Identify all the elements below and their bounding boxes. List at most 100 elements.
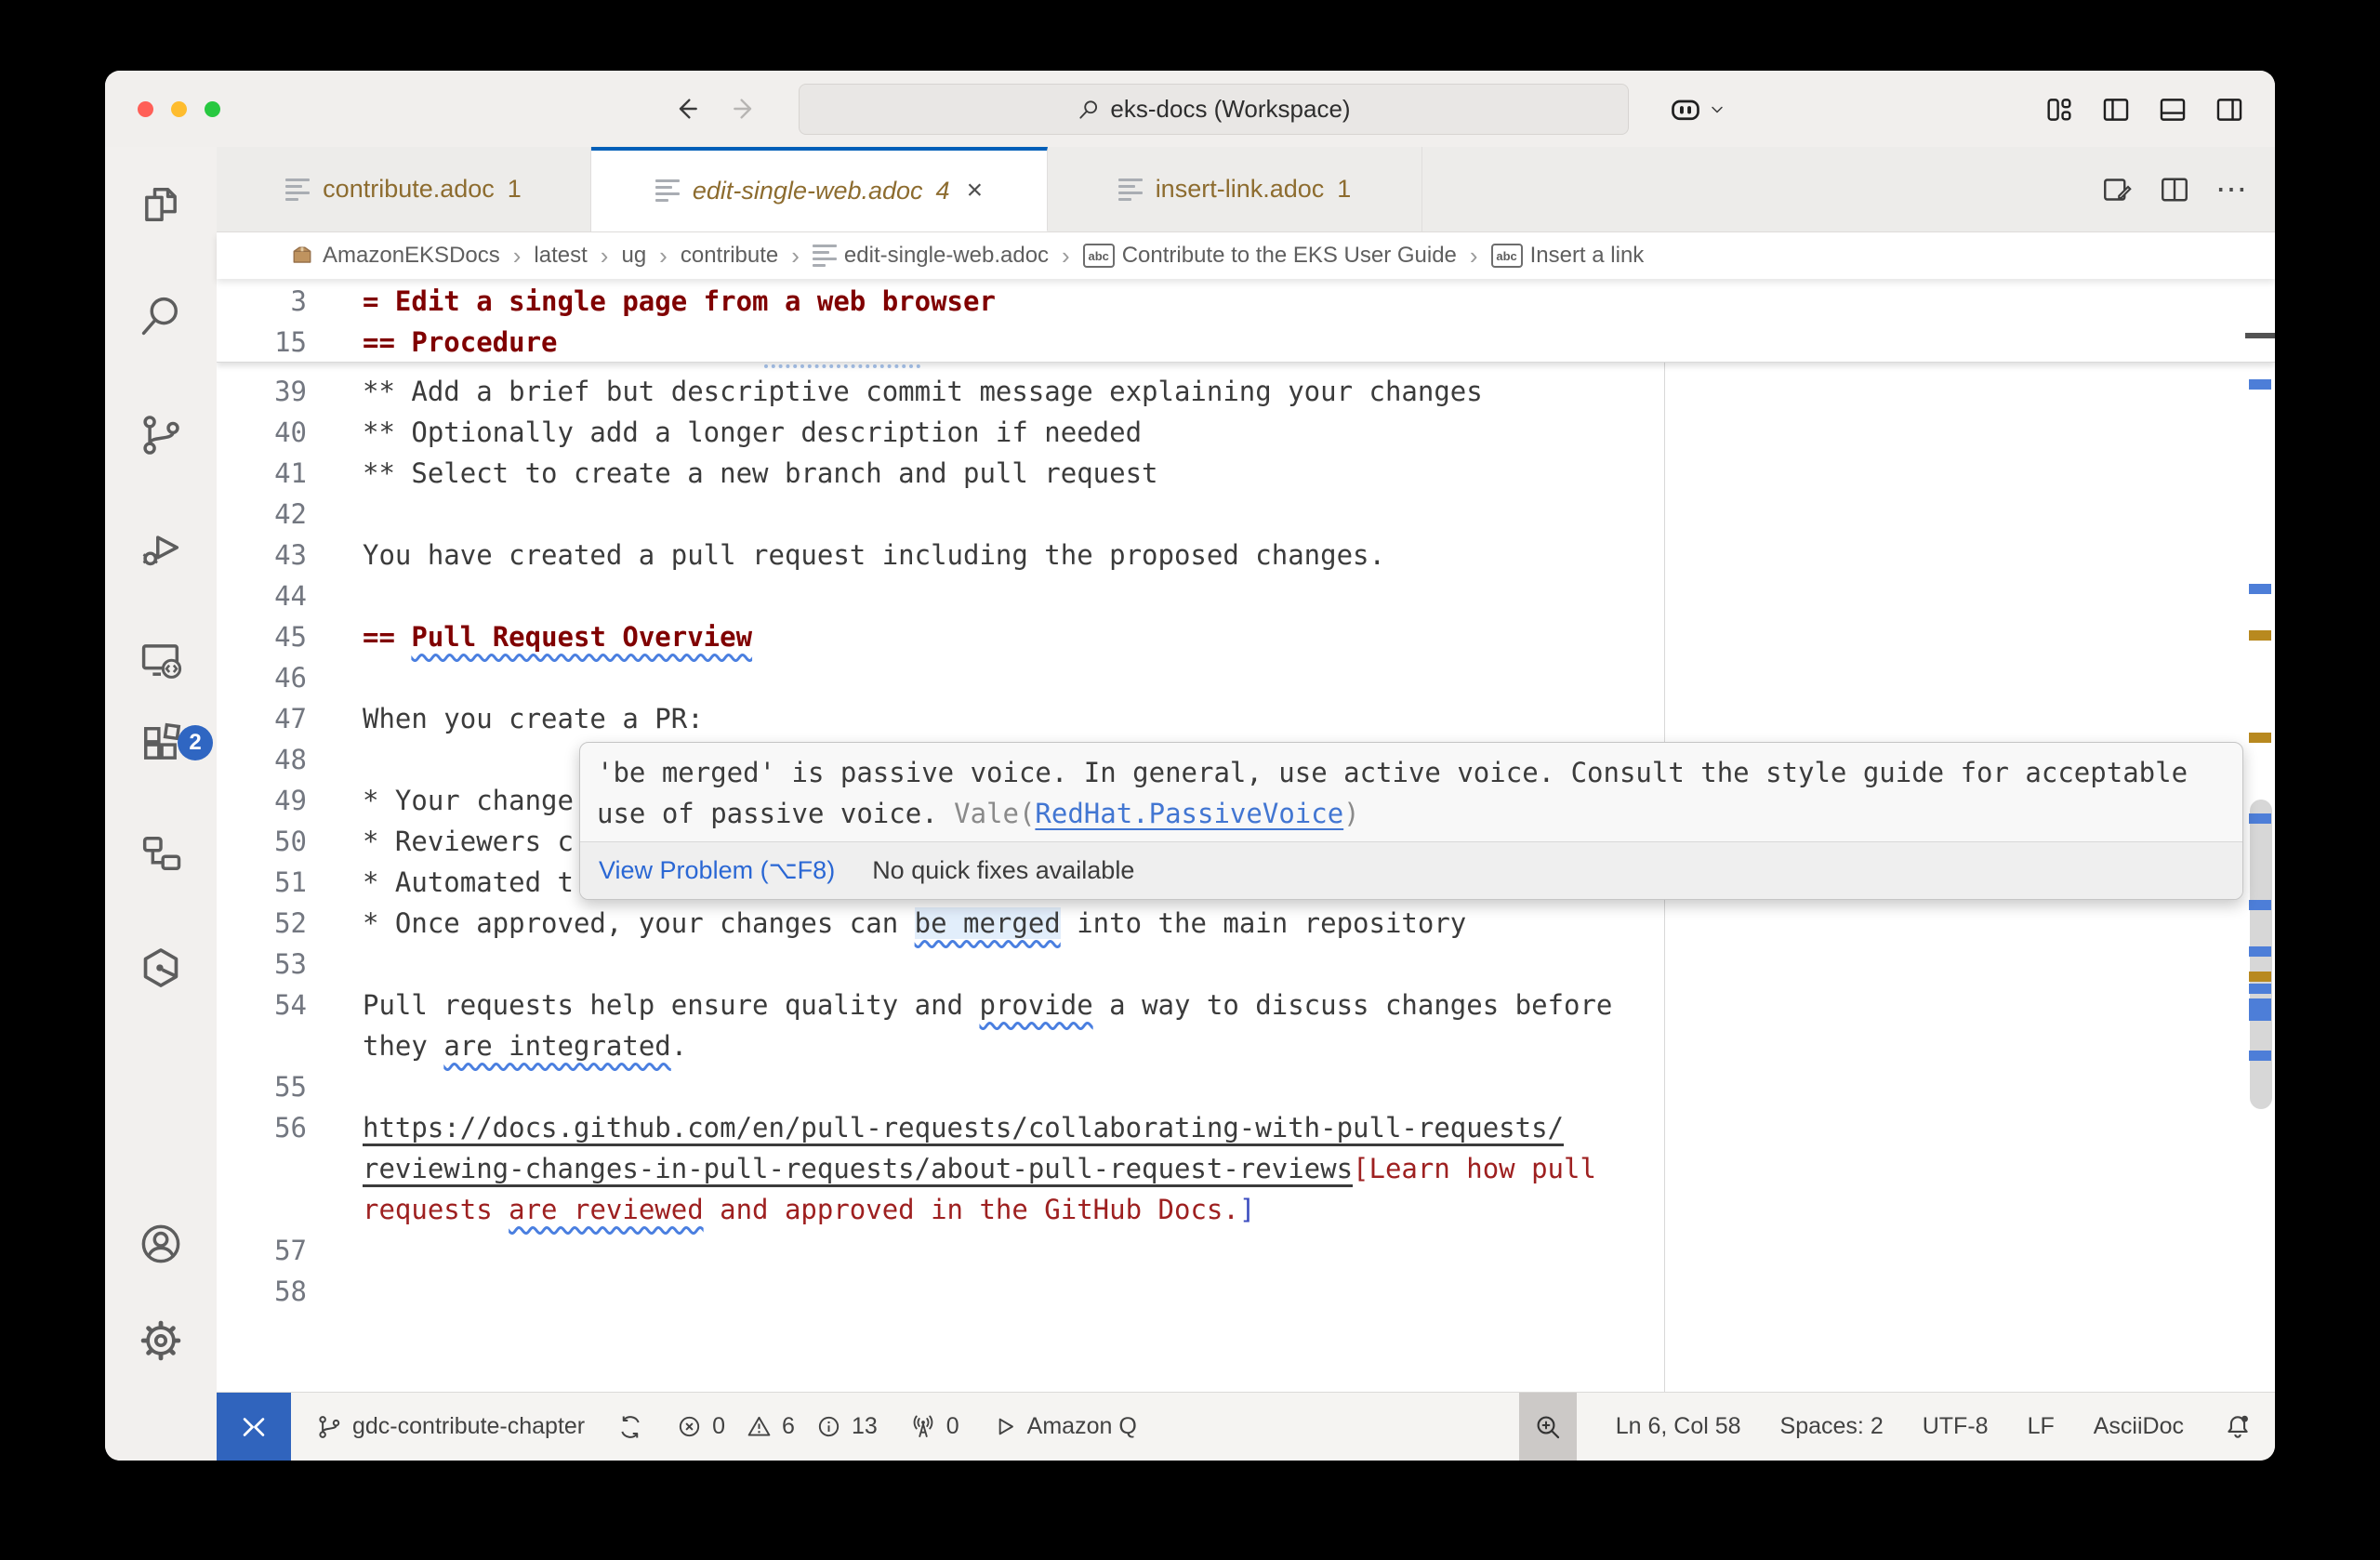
indentation-item[interactable]: Spaces: 2	[1780, 1413, 1884, 1440]
line-number: 47	[217, 703, 307, 734]
copilot-icon	[1669, 93, 1702, 126]
warnings-icon	[746, 1413, 773, 1440]
breadcrumb-item-project[interactable]: AmazonEKSDocs	[289, 243, 500, 269]
traffic-light-zoom[interactable]	[205, 101, 220, 117]
sync-icon[interactable]	[616, 1413, 644, 1441]
code-line: 46	[217, 657, 2238, 698]
nav-forward-icon[interactable]	[730, 94, 760, 124]
line-number: 56	[217, 1112, 307, 1144]
line-content: Pull requests help ensure quality and pr…	[363, 985, 1612, 1025]
errors-icon	[676, 1413, 703, 1440]
code-segment: ** Select to create a new branch and pul…	[363, 457, 1158, 489]
breadcrumb-item-contribute[interactable]: contribute	[681, 243, 778, 269]
line-number: 52	[217, 907, 307, 939]
toggle-panel-button[interactable]	[2157, 94, 2188, 126]
file-icon	[813, 241, 837, 271]
branch-status-item[interactable]: gdc-contribute-chapter	[315, 1413, 585, 1441]
line-number: 40	[217, 416, 307, 448]
accounts-button[interactable]	[135, 1218, 187, 1270]
line-number: 3	[217, 285, 307, 317]
nav-back-icon[interactable]	[671, 94, 701, 124]
line-number: 51	[217, 866, 307, 898]
amazon-q-label: Amazon Q	[1027, 1413, 1137, 1440]
breadcrumb-item-file[interactable]: edit-single-web.adoc	[813, 241, 1049, 271]
traffic-light-minimize[interactable]	[171, 101, 187, 117]
sticky-scroll[interactable]: 3= Edit a single page from a web browser…	[217, 279, 2275, 363]
sidebar-item-amazon-q[interactable]	[135, 942, 187, 994]
line-number: 55	[217, 1071, 307, 1103]
zoom-in-icon	[1533, 1412, 1563, 1442]
toggle-primary-sidebar-button[interactable]	[2100, 94, 2132, 126]
sidebar-item-remote-explorer[interactable]	[135, 634, 187, 686]
toggle-secondary-sidebar-button[interactable]	[2214, 94, 2245, 126]
breadcrumb-item-symbol-section[interactable]: abc Insert a link	[1491, 243, 1645, 269]
code-segment: ** Add a brief but descriptive commit me…	[363, 376, 1483, 407]
line-content: * Once approved, your changes can be mer…	[363, 903, 1466, 944]
line-number: 50	[217, 826, 307, 857]
code-segment: When you create a PR:	[363, 703, 704, 734]
line-number: 43	[217, 539, 307, 571]
overview-mark	[2245, 333, 2275, 338]
sidebar-item-explorer[interactable]	[135, 178, 187, 231]
eol-item[interactable]: LF	[2028, 1413, 2055, 1440]
problems-status-item[interactable]: 0 6 13	[676, 1413, 878, 1440]
remote-indicator-button[interactable]	[217, 1393, 291, 1461]
line-number: 42	[217, 498, 307, 530]
git-branch-icon	[315, 1413, 343, 1441]
more-actions-icon[interactable]: ⋯	[2215, 171, 2249, 208]
sidebar-item-related-views[interactable]	[135, 827, 187, 879]
code-segment: ==	[363, 621, 411, 653]
code-segment: they	[363, 1030, 443, 1062]
tab-edit-single-web-adoc[interactable]: edit-single-web.adoc 4 ×	[591, 147, 1048, 231]
split-editor-icon[interactable]	[2158, 173, 2191, 206]
activity-bar: 2	[105, 147, 217, 1461]
breadcrumb-item-latest[interactable]: latest	[534, 243, 587, 269]
amazon-q-hexagon-icon	[137, 944, 185, 992]
cursor-position-item[interactable]: Ln 6, Col 58	[1616, 1413, 1741, 1440]
code-line: 42	[217, 494, 2238, 535]
line-number: 49	[217, 785, 307, 816]
no-quick-fixes-label: No quick fixes available	[872, 856, 1134, 885]
breadcrumb-separator: ›	[513, 242, 522, 271]
view-problem-link[interactable]: View Problem (⌥F8)	[599, 856, 835, 885]
line-content: ** Select to create a new branch and pul…	[363, 453, 1158, 494]
close-tab-icon[interactable]: ×	[967, 175, 984, 206]
language-mode-item[interactable]: AsciiDoc	[2094, 1413, 2184, 1440]
open-preview-icon[interactable]	[2100, 173, 2134, 206]
overview-ruler	[2243, 279, 2275, 1392]
settings-button[interactable]	[135, 1315, 187, 1367]
account-icon	[137, 1220, 185, 1268]
customize-layout-button[interactable]	[2043, 94, 2075, 126]
code-line: requests are reviewed and approved in th…	[217, 1189, 2238, 1230]
encoding-item[interactable]: UTF-8	[1923, 1413, 1989, 1440]
breadcrumb-item-symbol-doc[interactable]: abc Contribute to the EKS User Guide	[1083, 243, 1457, 269]
zoom-status-button[interactable]	[1519, 1393, 1577, 1461]
command-center-search[interactable]: eks-docs (Workspace)	[799, 84, 1629, 135]
line-number: 45	[217, 621, 307, 653]
sidebar-item-source-control[interactable]	[135, 409, 187, 461]
problem-hover-tooltip: 'be merged' is passive voice. In general…	[579, 742, 2243, 900]
tab-insert-link-adoc[interactable]: insert-link.adoc 1	[1048, 147, 1422, 231]
code-segment: are reviewed	[509, 1194, 704, 1225]
vale-rule-link[interactable]: RedHat.PassiveVoice	[1035, 798, 1343, 829]
notifications-bell-icon[interactable]	[2223, 1412, 2253, 1442]
code-segment: * Your change	[363, 785, 574, 816]
traffic-light-close[interactable]	[138, 101, 153, 117]
code-line: 39** Add a brief but descriptive commit …	[217, 371, 2238, 412]
line-number: 41	[217, 457, 307, 489]
sidebar-item-run-debug[interactable]	[135, 522, 187, 575]
line-number: 54	[217, 989, 307, 1021]
ports-status-item[interactable]: 0	[909, 1413, 959, 1441]
editor[interactable]: 3= Edit a single page from a web browser…	[217, 279, 2275, 1392]
amazon-q-status-item[interactable]: Amazon Q	[991, 1413, 1137, 1440]
tab-contribute-adoc[interactable]: contribute.adoc 1	[217, 147, 591, 231]
overview-mark	[2249, 813, 2271, 824]
code-line: 40** Optionally add a longer description…	[217, 412, 2238, 453]
code-line: 57	[217, 1230, 2238, 1271]
breadcrumb-item-ug[interactable]: ug	[621, 243, 646, 269]
sidebar-item-search[interactable]	[135, 290, 187, 342]
code-segment: * Automated t	[363, 866, 574, 898]
breadcrumb-separator: ›	[659, 242, 668, 271]
breadcrumb-separator: ›	[791, 242, 800, 271]
copilot-button[interactable]	[1669, 93, 1726, 126]
